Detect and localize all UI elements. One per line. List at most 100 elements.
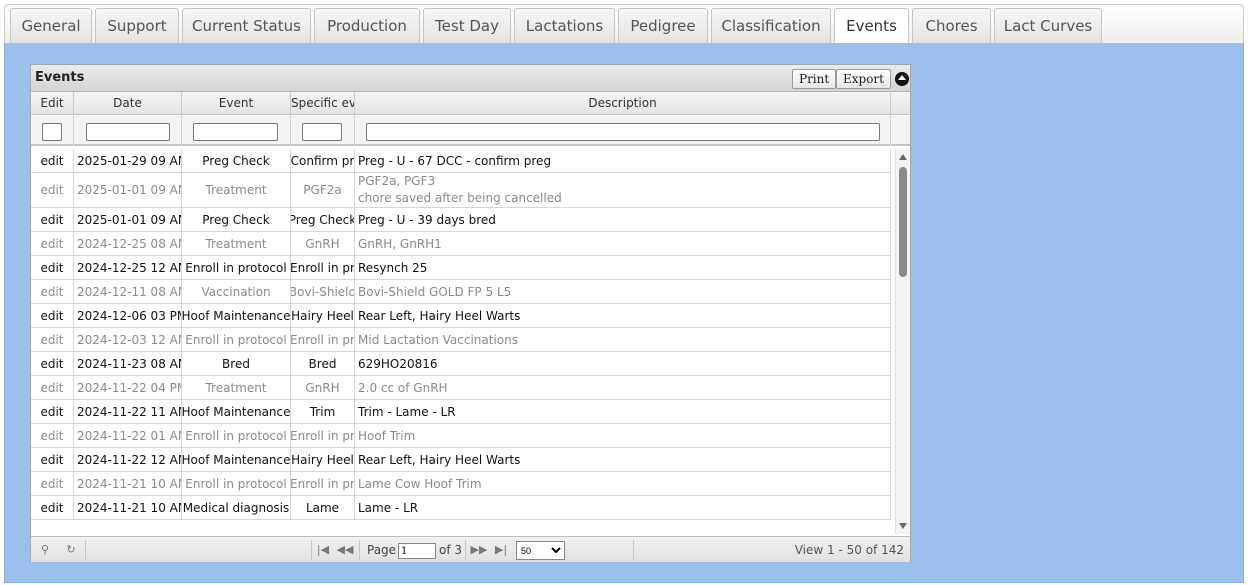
page-label: Page [367, 543, 397, 557]
tab-chores[interactable]: Chores [912, 8, 991, 44]
table-row[interactable]: edit 2024-12-06 03 PM Hoof Maintenance Hair… [31, 304, 891, 328]
col-header-edit[interactable]: Edit [31, 92, 74, 115]
table-row[interactable]: edit 2024-12-25 12 AM Enroll in protocol En… [31, 256, 891, 280]
refresh-icon[interactable]: ↻ [61, 541, 81, 559]
tab-support[interactable]: Support [95, 8, 179, 44]
table-row[interactable]: edit 2024-11-21 10 AM Enroll in protocol En… [31, 472, 891, 496]
col-header-event[interactable]: Event [182, 92, 291, 115]
event-cell: Treatment [182, 232, 291, 255]
edit-link[interactable]: edit [31, 149, 74, 172]
specific-event-cell: PGF2a [291, 173, 355, 207]
description-cell: 629HO20816 [355, 352, 891, 375]
filter-event-input[interactable] [193, 123, 278, 141]
first-page-icon[interactable]: |◀ [313, 541, 333, 559]
edit-link[interactable]: edit [31, 376, 74, 399]
date-cell: 2025-01-01 09 AM [74, 208, 182, 231]
date-cell: 2024-11-23 08 AM [74, 352, 182, 375]
table-row[interactable]: edit 2024-11-22 01 AM Enroll in protocol En… [31, 424, 891, 448]
collapse-icon[interactable] [895, 72, 909, 86]
specific-event-cell: Bred [291, 352, 355, 375]
filter-edit-input[interactable] [42, 123, 62, 141]
tab-general[interactable]: General [10, 8, 92, 44]
rows-per-page-select[interactable]: 50 [516, 541, 565, 560]
description-cell: Hoof Trim [355, 424, 891, 447]
table-row[interactable]: edit 2024-12-03 12 AM Enroll in protocol En… [31, 328, 891, 352]
table-row[interactable]: edit 2025-01-01 09 AM Treatment PGF2a PGF2a,… [31, 173, 891, 208]
event-cell: Vaccination [182, 280, 291, 303]
description-cell: Rear Left, Hairy Heel Warts [355, 448, 891, 471]
tab-lactations[interactable]: Lactations [514, 8, 615, 44]
specific-event-cell: Enroll in pr [291, 472, 355, 495]
table-row[interactable]: edit 2024-11-22 11 AM Hoof Maintenance Trim… [31, 400, 891, 424]
col-header-specific[interactable]: Specific ev [291, 92, 355, 115]
grid-header: Edit Date Event Specific ev Description [31, 92, 910, 115]
export-button[interactable]: Export [836, 69, 891, 89]
edit-link[interactable]: edit [31, 496, 74, 519]
edit-link[interactable]: edit [31, 280, 74, 303]
filter-description-input[interactable] [366, 123, 880, 141]
tab-production[interactable]: Production [314, 8, 420, 44]
specific-event-cell: GnRH [291, 232, 355, 255]
tab-events[interactable]: Events [834, 8, 909, 45]
event-cell: Hoof Maintenance [182, 304, 291, 327]
specific-event-cell: Preg Check [291, 208, 355, 231]
table-row[interactable]: edit 2024-11-22 12 AM Hoof Maintenance Hair… [31, 448, 891, 472]
event-cell: Bred [182, 352, 291, 375]
table-row[interactable]: edit 2024-11-22 04 PM Treatment GnRH 2.0 cc … [31, 376, 891, 400]
table-row[interactable]: edit 2024-12-25 08 AM Treatment GnRH GnRH, G… [31, 232, 891, 256]
page-number-input[interactable] [398, 543, 436, 559]
table-row[interactable]: edit 2025-01-29 09 AM Preg Check Confirm pr… [31, 149, 891, 173]
tab-current-status[interactable]: Current Status [182, 8, 311, 44]
tab-pedigree[interactable]: Pedigree [618, 8, 708, 44]
col-header-description[interactable]: Description [355, 92, 891, 115]
table-row[interactable]: edit 2025-01-01 09 AM Preg Check Preg Check… [31, 208, 891, 232]
description-note: chore saved after being cancelled [358, 191, 562, 205]
last-page-icon[interactable]: ▶| [491, 541, 511, 559]
event-cell: Enroll in protocol [182, 472, 291, 495]
scroll-down-icon[interactable] [899, 523, 907, 529]
scroll-thumb[interactable] [899, 167, 907, 277]
vertical-scrollbar[interactable] [895, 149, 910, 534]
edit-link[interactable]: edit [31, 256, 74, 279]
edit-link[interactable]: edit [31, 304, 74, 327]
edit-link[interactable]: edit [31, 472, 74, 495]
table-row[interactable]: edit 2024-12-11 08 AM Vaccination Bovi-Shie… [31, 280, 891, 304]
edit-link[interactable]: edit [31, 424, 74, 447]
edit-link[interactable]: edit [31, 448, 74, 471]
filter-date-input[interactable] [86, 123, 170, 141]
tab-test-day[interactable]: Test Day [423, 8, 511, 44]
date-cell: 2024-12-25 12 AM [74, 256, 182, 279]
edit-link[interactable]: edit [31, 232, 74, 255]
tab-classification[interactable]: Classification [711, 8, 831, 44]
edit-link[interactable]: edit [31, 352, 74, 375]
edit-link[interactable]: edit [31, 400, 74, 423]
table-row[interactable]: edit 2024-11-21 10 AM Medical diagnosis Lam… [31, 496, 891, 520]
filter-cell-date [74, 116, 182, 146]
print-button[interactable]: Print [792, 69, 837, 89]
description-line: PGF2a, PGF3 [358, 174, 436, 188]
next-page-icon[interactable]: ▶▶ [469, 541, 489, 559]
edit-link[interactable]: edit [31, 208, 74, 231]
specific-event-cell: Lame [291, 496, 355, 519]
edit-link[interactable]: edit [31, 173, 74, 207]
tab-lact-curves[interactable]: Lact Curves [994, 8, 1102, 44]
event-cell: Hoof Maintenance [182, 400, 291, 423]
records-summary: View 1 - 50 of 142 [794, 543, 904, 557]
table-row[interactable]: edit 2024-11-23 08 AM Bred Bred 629HO20816 [31, 352, 891, 376]
date-cell: 2024-11-21 10 AM [74, 496, 182, 519]
date-cell: 2024-12-06 03 PM [74, 304, 182, 327]
description-cell: GnRH, GnRH1 [355, 232, 891, 255]
date-cell: 2025-01-01 09 AM [74, 173, 182, 207]
prev-page-icon[interactable]: ◀◀ [335, 541, 355, 559]
description-cell: Lame - LR [355, 496, 891, 519]
scroll-up-icon[interactable] [899, 154, 907, 160]
date-cell: 2024-11-22 01 AM [74, 424, 182, 447]
filter-specific-input[interactable] [302, 123, 342, 141]
event-cell: Medical diagnosis [182, 496, 291, 519]
date-cell: 2024-11-22 12 AM [74, 448, 182, 471]
col-header-date[interactable]: Date [74, 92, 182, 115]
search-icon[interactable]: ⚲ [35, 541, 55, 559]
specific-event-cell: Enroll in pr [291, 328, 355, 351]
description-cell: Trim - Lame - LR [355, 400, 891, 423]
edit-link[interactable]: edit [31, 328, 74, 351]
